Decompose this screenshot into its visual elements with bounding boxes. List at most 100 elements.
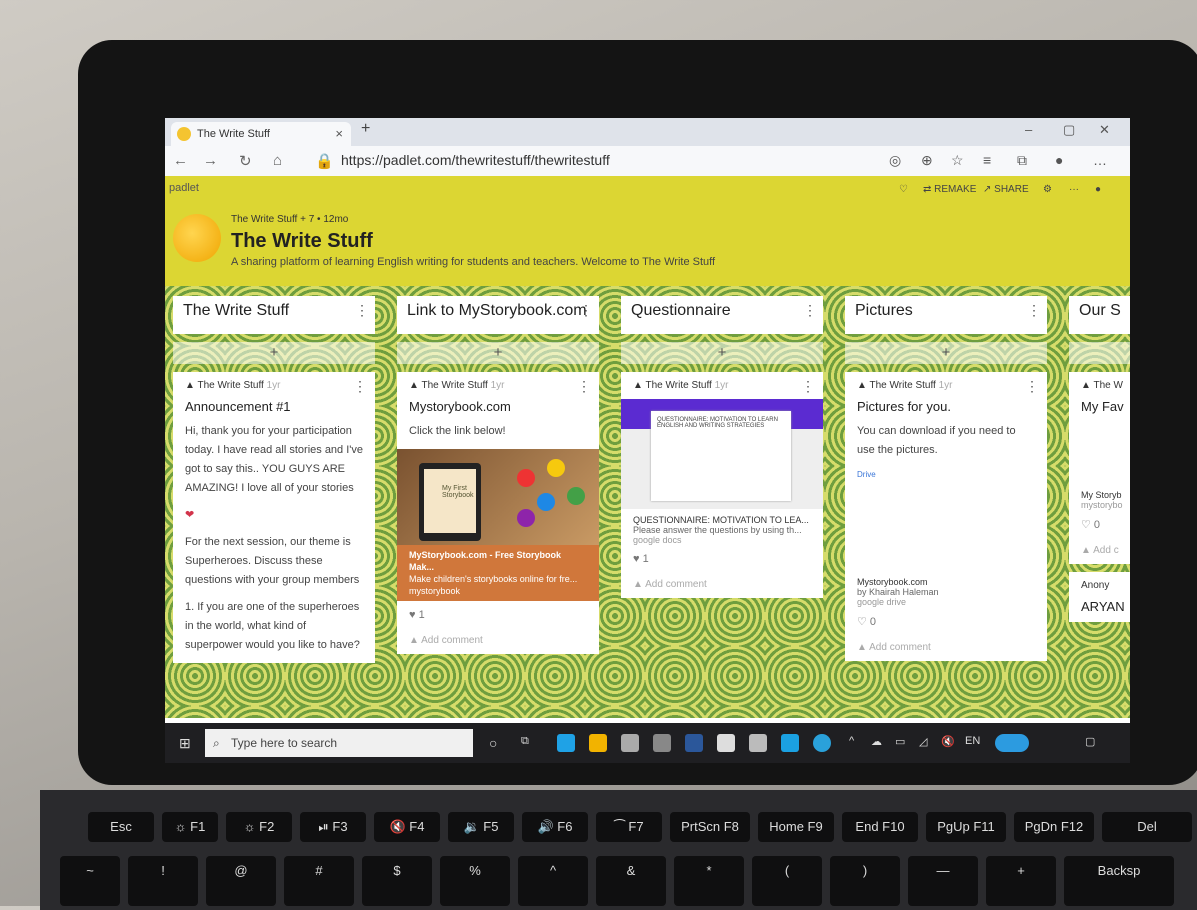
post-menu-icon[interactable]: ⋮ — [801, 378, 815, 395]
refresh-icon[interactable]: ↻ — [239, 152, 252, 170]
skype-icon[interactable] — [781, 734, 799, 752]
add-extension-icon[interactable]: ⊕ — [921, 152, 933, 169]
favorite-star-icon[interactable]: ☆ — [951, 152, 964, 169]
key-f12[interactable]: PgDn F12 — [1014, 812, 1094, 842]
wifi-icon[interactable]: ◿ — [919, 735, 927, 748]
add-comment[interactable]: ▲ Add comment — [633, 579, 811, 590]
store-icon[interactable] — [621, 734, 639, 752]
browser-tab[interactable]: The Write Stuff × — [171, 122, 351, 146]
key-0[interactable]: ) — [830, 856, 900, 906]
forward-icon[interactable]: → — [203, 152, 218, 169]
key-4[interactable]: $ — [362, 856, 432, 906]
file-explorer-icon[interactable] — [589, 734, 607, 752]
post-menu-icon[interactable]: ⋮ — [1025, 378, 1039, 395]
add-comment[interactable]: ▲ Add c — [1081, 545, 1130, 556]
add-post-button[interactable]: + — [621, 342, 823, 364]
key-f2[interactable]: ☼ F2 — [226, 812, 292, 842]
like-count[interactable]: ♡ 0 — [1081, 518, 1130, 531]
collections-icon[interactable]: ⧉ — [1017, 152, 1027, 169]
post-menu-icon[interactable]: ⋮ — [577, 378, 591, 395]
key-3[interactable]: # — [284, 856, 354, 906]
key-f5[interactable]: 🔉 F5 — [448, 812, 514, 842]
onedrive-icon[interactable] — [717, 734, 735, 752]
close-window-button[interactable]: ✕ — [1099, 122, 1110, 138]
url-field[interactable]: https://padlet.com/thewritestuff/thewrit… — [341, 152, 610, 168]
new-tab-button[interactable]: + — [361, 120, 370, 138]
link-preview-bar[interactable]: MyStorybook.com - Free Storybook Mak... … — [397, 545, 599, 601]
column-menu-icon[interactable]: ⋮ — [355, 302, 369, 319]
settings-gear-icon[interactable]: ⚙ — [1043, 184, 1052, 195]
key-9[interactable]: ( — [752, 856, 822, 906]
column-menu-icon[interactable]: ⋮ — [1027, 302, 1041, 319]
volume-muted-icon[interactable]: 🔇 — [941, 735, 955, 748]
like-count[interactable]: ♡ 0 — [857, 615, 1035, 628]
telegram-icon[interactable] — [813, 734, 831, 752]
storybook-preview-image[interactable]: My First Storybook — [397, 449, 599, 545]
padlet-logo[interactable]: padlet — [169, 182, 199, 194]
add-comment[interactable]: ▲ Add comment — [857, 642, 1035, 653]
screen-recorder-icon[interactable] — [995, 734, 1029, 752]
post-card[interactable]: ▲ The W My Fav My Storyb mystorybo ♡ 0 ▲… — [1069, 372, 1130, 564]
add-post-button[interactable] — [1069, 342, 1130, 364]
key-6[interactable]: ^ — [518, 856, 588, 906]
minimize-button[interactable]: – — [1025, 122, 1032, 137]
windows-start-icon[interactable]: ⊞ — [179, 735, 191, 752]
home-icon[interactable]: ⌂ — [273, 152, 282, 169]
post-card[interactable]: ▲ The Write Stuff 1yr ⋮ Mystorybook.com … — [397, 372, 599, 654]
key-f3[interactable]: ⏯ F3 — [300, 812, 366, 842]
key-2[interactable]: @ — [206, 856, 276, 906]
edge-icon[interactable] — [557, 734, 575, 752]
account-avatar-icon[interactable]: ● — [1095, 184, 1101, 195]
key-del[interactable]: Del — [1102, 812, 1192, 842]
tracking-icon[interactable]: ◎ — [889, 152, 901, 169]
key-8[interactable]: * — [674, 856, 744, 906]
column-menu-icon[interactable]: ⋮ — [579, 302, 593, 319]
key-5[interactable]: % — [440, 856, 510, 906]
heart-icon[interactable]: ♡ — [899, 184, 908, 195]
camera-icon[interactable] — [653, 734, 671, 752]
cloud-icon[interactable]: ☁ — [871, 735, 882, 748]
key-f6[interactable]: 🔊 F6 — [522, 812, 588, 842]
post-card[interactable]: Anony ARYAN — [1069, 572, 1130, 622]
add-post-button[interactable]: + — [845, 342, 1047, 364]
notifications-icon[interactable]: ▢ — [1085, 735, 1095, 748]
like-count[interactable]: ♥ 1 — [409, 609, 587, 621]
key-7[interactable]: & — [596, 856, 666, 906]
key-1[interactable]: ! — [128, 856, 198, 906]
add-post-button[interactable]: + — [173, 342, 375, 364]
key-plus[interactable]: + — [986, 856, 1056, 906]
add-comment[interactable]: ▲ Add comment — [409, 635, 587, 646]
post-card[interactable]: ▲ The Write Stuff 1yr ⋮ QUESTIONNAIRE: M… — [621, 372, 823, 598]
favorites-list-icon[interactable]: ≡ — [983, 152, 991, 168]
column-menu-icon[interactable]: ⋮ — [803, 302, 817, 319]
key-tilde[interactable]: ~ — [60, 856, 120, 906]
taskbar-search[interactable]: ⌕ Type here to search — [205, 729, 473, 757]
back-icon[interactable]: ← — [173, 152, 188, 169]
word-icon[interactable] — [685, 734, 703, 752]
tray-chevron-icon[interactable]: ^ — [849, 735, 854, 747]
post-menu-icon[interactable]: ⋮ — [353, 378, 367, 395]
google-doc-preview[interactable]: QUESTIONNAIRE: MOTIVATION TO LEARN ENGLI… — [621, 399, 823, 509]
key-f9[interactable]: Home F9 — [758, 812, 834, 842]
keyboard-app-icon[interactable] — [749, 734, 767, 752]
more-button[interactable]: ··· — [1069, 184, 1079, 195]
share-button[interactable]: ↗ SHARE — [983, 184, 1029, 195]
menu-icon[interactable]: … — [1093, 152, 1107, 168]
add-post-button[interactable]: + — [397, 342, 599, 364]
key-f11[interactable]: PgUp F11 — [926, 812, 1006, 842]
tab-close-icon[interactable]: × — [335, 122, 343, 146]
key-f1[interactable]: ☼ F1 — [162, 812, 218, 842]
key-esc[interactable]: Esc — [88, 812, 154, 842]
key-backspace[interactable]: Backsp — [1064, 856, 1174, 906]
post-card[interactable]: ▲ The Write Stuff 1yr ⋮ Announcement #1 … — [173, 372, 375, 663]
profile-icon[interactable]: ● — [1055, 152, 1063, 168]
post-card[interactable]: ▲ The Write Stuff 1yr ⋮ Pictures for you… — [845, 372, 1047, 661]
battery-icon[interactable]: ▭ — [895, 735, 905, 748]
key-f10[interactable]: End F10 — [842, 812, 918, 842]
key-f8[interactable]: PrtScn F8 — [670, 812, 750, 842]
key-minus[interactable]: — — [908, 856, 978, 906]
key-f4[interactable]: 🔇 F4 — [374, 812, 440, 842]
cortana-icon[interactable]: ○ — [489, 735, 497, 751]
remake-button[interactable]: ⇄ REMAKE — [923, 184, 976, 195]
like-count[interactable]: ♥ 1 — [633, 553, 811, 565]
